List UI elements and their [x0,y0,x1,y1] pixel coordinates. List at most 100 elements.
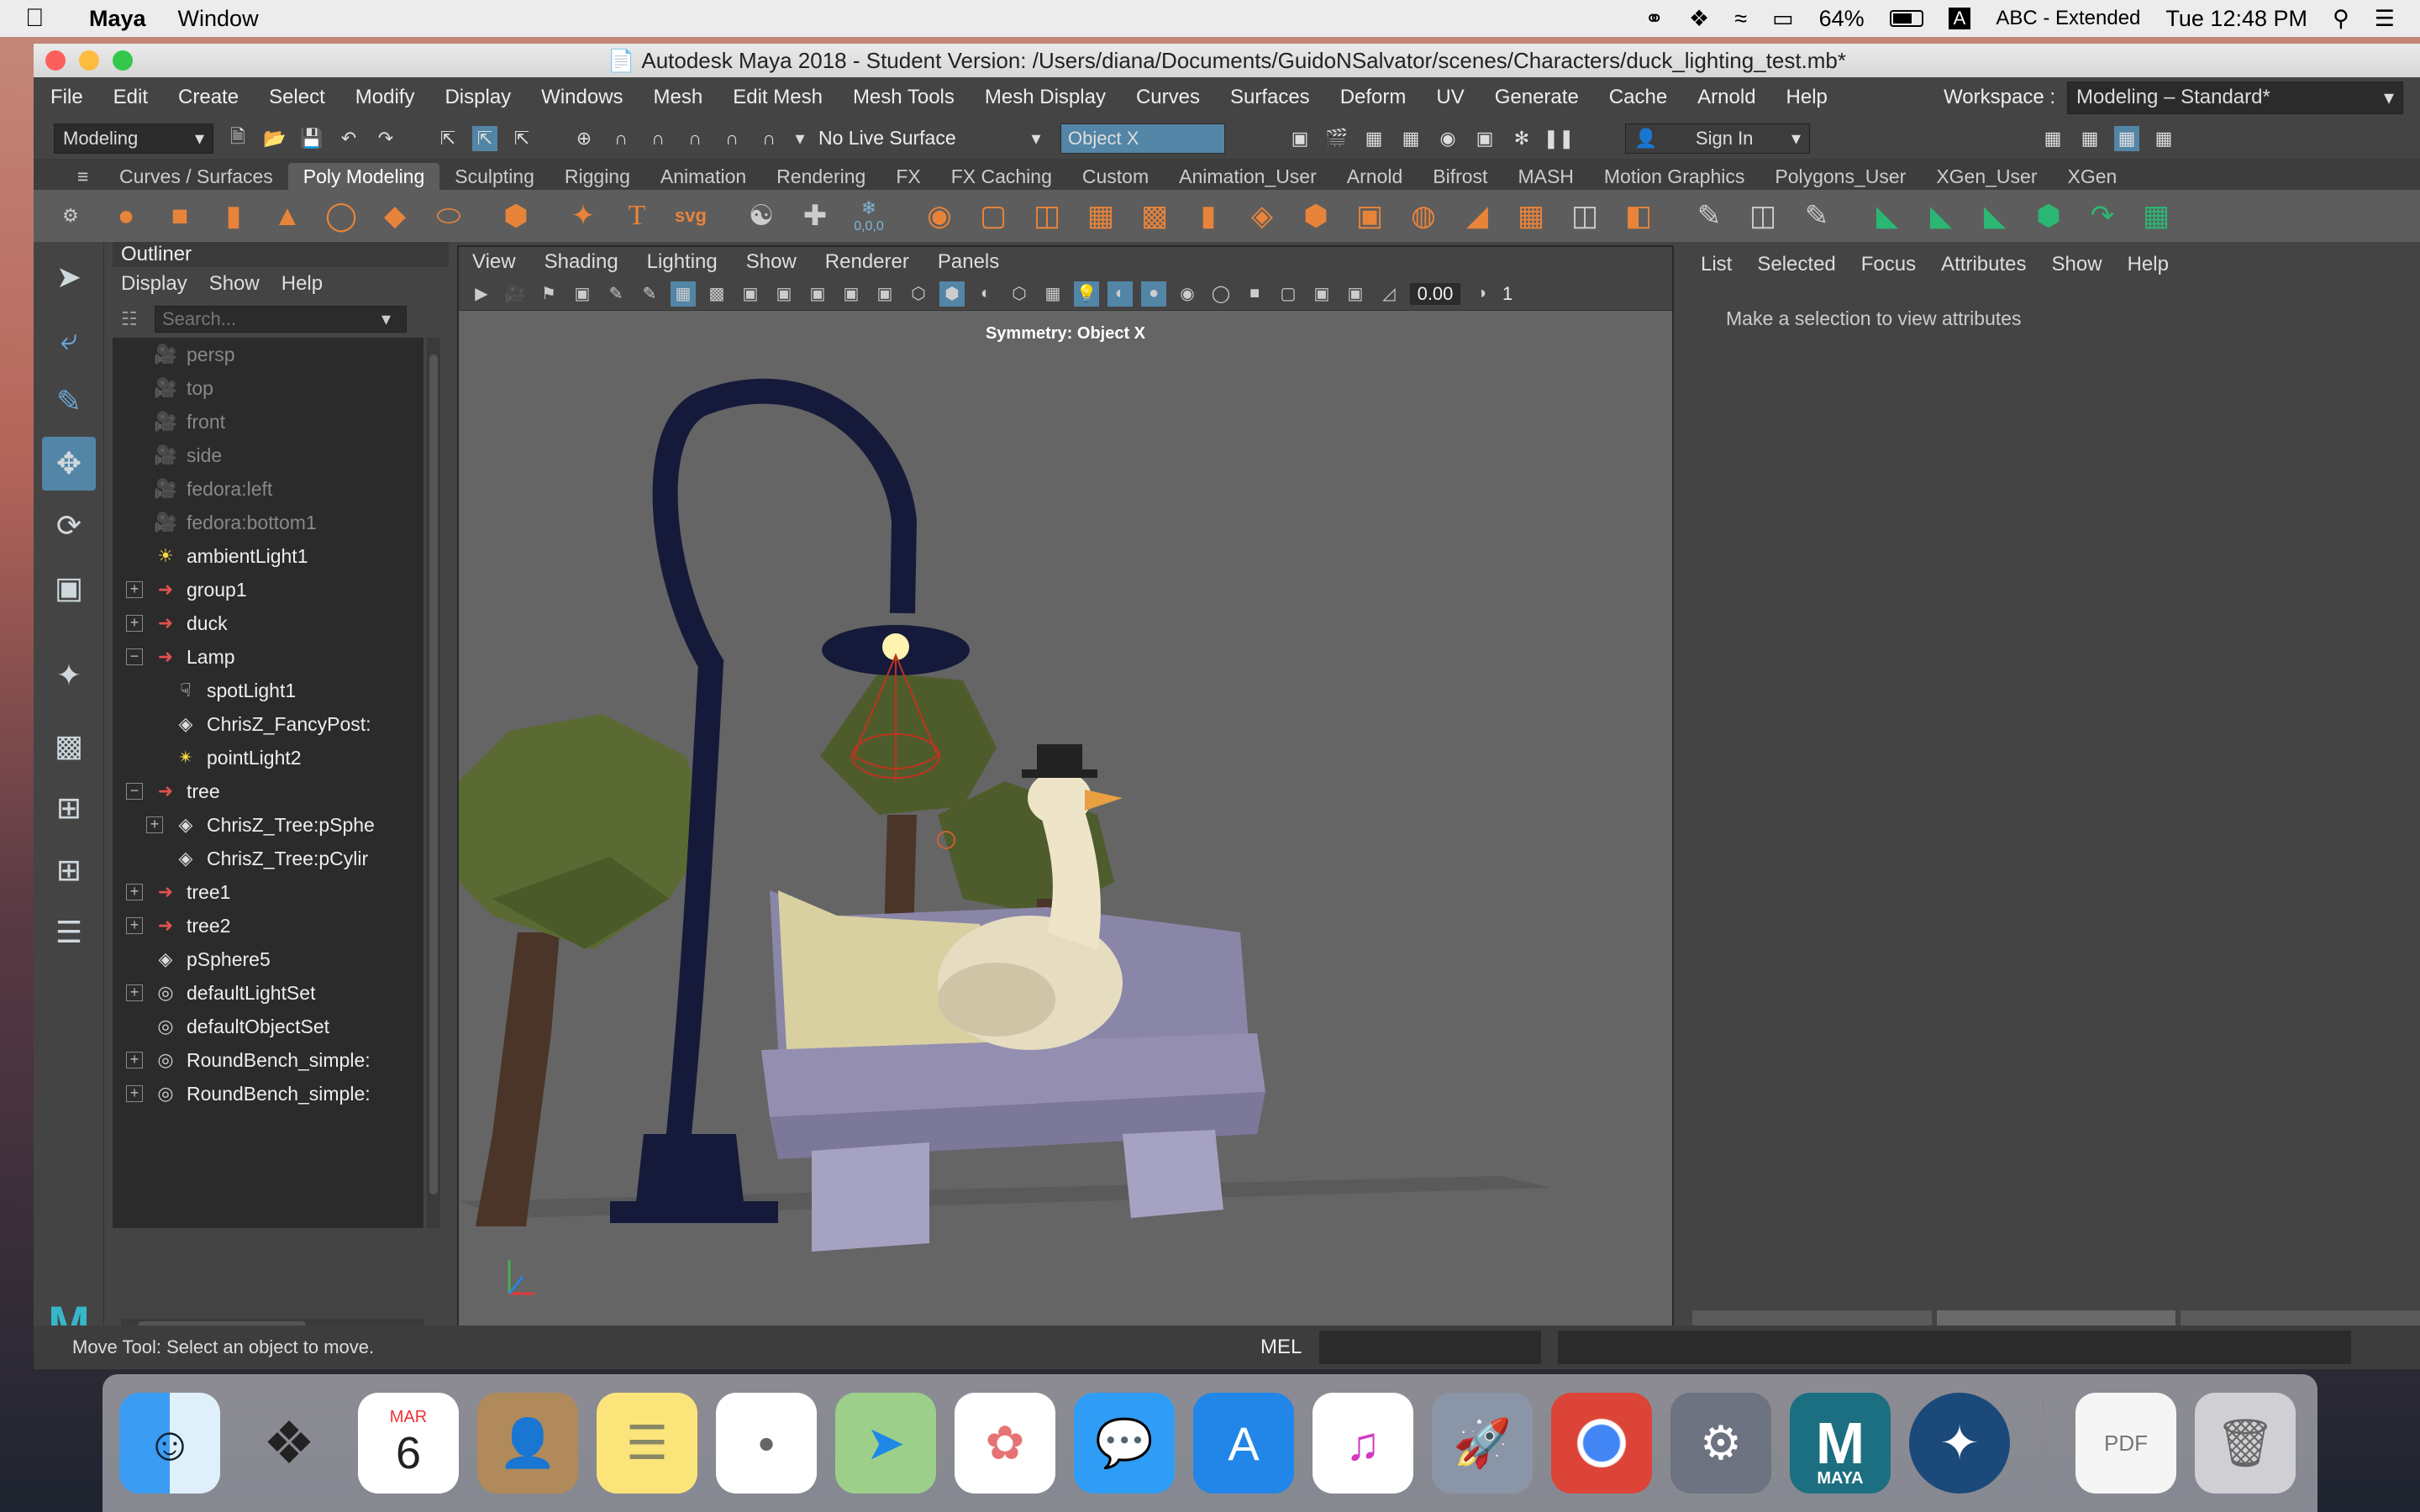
maps-icon[interactable]: ➤ [835,1393,936,1494]
zoom-icon[interactable] [113,50,133,71]
xray-joints-icon[interactable]: ▣ [1309,281,1334,307]
ipr-render-icon[interactable]: ▦ [1361,126,1386,151]
menu-help[interactable]: Help [1786,86,1828,109]
persp-outliner-icon[interactable]: ⊞ [42,843,96,897]
poly-cone-icon[interactable]: ▲ [266,194,309,238]
checker-map-icon[interactable]: ▦ [2134,194,2178,238]
wedge-icon[interactable]: ▣ [1348,194,1392,238]
snap-live-icon[interactable]: ∩ [756,126,781,151]
resolution-gate-icon[interactable]: ▣ [738,281,763,307]
menu-surfaces[interactable]: Surfaces [1230,86,1310,109]
shadows-icon[interactable]: ◐ [1107,281,1133,307]
attr-menu-help[interactable]: Help [2128,253,2169,276]
itunes-icon[interactable]: ♫ [1313,1393,1413,1494]
search-input[interactable] [155,306,407,333]
outliner-menu-help[interactable]: Help [281,272,323,296]
edge-loop-icon[interactable]: ✎ [1687,194,1731,238]
render-settings-icon[interactable]: ▦ [1398,126,1423,151]
menu-mesh[interactable]: Mesh [654,86,703,109]
select-object-icon[interactable]: ⇱ [472,125,497,151]
chevron-down-icon[interactable]: ▾ [381,308,391,330]
menu-deform[interactable]: Deform [1340,86,1407,109]
light-editor-icon[interactable]: ✻ [1509,126,1534,151]
bridge-icon[interactable]: ▦ [1079,194,1123,238]
smooth-shade-icon[interactable]: ⬢ [939,281,965,307]
tab-poly-modeling[interactable]: Poly Modeling [287,163,440,190]
outliner-item[interactable]: ◎ defaultObjectSet [113,1010,424,1043]
unity-icon[interactable]: ❖ [239,1393,339,1494]
maya-dock-icon[interactable]: M MAYA [1790,1393,1891,1494]
snap-grid-icon[interactable]: ⊕ [571,126,597,151]
isolate-select-icon[interactable]: ▢ [1276,281,1301,307]
outliner-item[interactable]: ☟ spotLight1 [113,674,424,707]
symmetry-field[interactable]: Object X [1060,123,1225,154]
exposure-icon[interactable]: ◿ [1376,281,1402,307]
open-scene-icon[interactable]: 📂 [262,126,287,151]
outliner-menu-display[interactable]: Display [121,272,187,296]
svg-tool-icon[interactable]: svg [669,194,713,238]
poly-cube-icon[interactable]: ■ [158,194,202,238]
offset-edge-loop-icon[interactable]: ✎ [1795,194,1839,238]
redo-icon[interactable]: ↷ [373,126,398,151]
use-all-lights-icon[interactable]: 💡 [1074,281,1099,307]
select-camera-icon[interactable]: ▶ [469,281,494,307]
expand-toggle-icon[interactable]: + [126,1085,143,1102]
outliner-item[interactable]: + ➜ group1 [113,573,424,606]
tab-motion-graphics[interactable]: Motion Graphics [1589,163,1760,190]
viewport-panel[interactable]: View Shading Lighting Show Renderer Pane… [457,245,1674,1356]
poly-plane-icon[interactable]: ◆ [373,194,417,238]
menu-file[interactable]: File [50,86,83,109]
bevel-edge-icon[interactable]: ◫ [1563,194,1607,238]
airplay-icon[interactable]: ▭ [1772,6,1794,32]
viewport-menu-show[interactable]: Show [746,250,797,274]
reminders-icon[interactable]: • [716,1393,817,1494]
menu-set-dropdown[interactable]: Modeling ▾ [54,123,213,154]
expand-toggle-icon[interactable]: + [126,884,143,900]
notification-center-icon[interactable]: ☰ [2375,6,2395,32]
wireframe-on-shaded-icon[interactable]: ◐ [973,281,998,307]
poly-cylinder-icon[interactable]: ▮ [212,194,255,238]
outliner-layout-icon[interactable]: ☰ [42,906,96,959]
window-menu[interactable]: Window [178,6,259,32]
menu-cache[interactable]: Cache [1609,86,1667,109]
field-chart-icon[interactable]: ▣ [805,281,830,307]
menu-generate[interactable]: Generate [1495,86,1579,109]
extract-icon[interactable]: ▢ [971,194,1015,238]
menu-mesh-tools[interactable]: Mesh Tools [853,86,955,109]
3d-scene[interactable]: Symmetry: Object X [459,311,1672,1356]
tab-animation[interactable]: Animation [645,163,761,190]
launchpad-icon[interactable]: 🚀 [1432,1393,1533,1494]
scale-tool-icon[interactable]: ▣ [42,561,96,615]
bookmark-icon[interactable]: ⚑ [536,281,561,307]
fill-hole-icon[interactable]: ▦ [1509,194,1553,238]
select-component-icon[interactable]: ⇱ [509,126,534,151]
film-gate-icon[interactable]: ▩ [704,281,729,307]
menu-edit[interactable]: Edit [113,86,148,109]
expand-toggle-icon[interactable]: + [126,581,143,598]
expand-toggle-icon[interactable]: − [126,648,143,665]
poly-disc-icon[interactable]: ⬭ [427,194,471,238]
smooth-icon[interactable]: ◉ [918,194,961,238]
battery-icon[interactable] [1889,10,1923,27]
ambient-occlusion-icon[interactable]: ● [1141,281,1166,307]
attr-menu-show[interactable]: Show [2052,253,2102,276]
photos-icon[interactable]: ✿ [955,1393,1055,1494]
outliner-item[interactable]: + ➜ duck [113,606,424,640]
poly-sphere-icon[interactable]: ● [104,194,148,238]
input-source-icon[interactable]: A [1948,8,1971,29]
tool-settings-icon[interactable]: ▦ [2114,125,2139,151]
lasso-tool-icon[interactable]: ⤶ [42,312,96,366]
tab-curves-surfaces[interactable]: Curves / Surfaces [104,163,288,190]
render-view-icon[interactable]: ▣ [1287,126,1313,151]
live-surface-label[interactable]: No Live Surface [818,127,995,150]
menu-arnold[interactable]: Arnold [1697,86,1755,109]
planar-uv-icon[interactable]: ◣ [1865,194,1909,238]
trash-icon[interactable]: 🗑 [2195,1393,2296,1494]
hypershade-icon[interactable]: ◉ [1435,126,1460,151]
outliner-item[interactable]: + ◎ defaultLightSet [113,976,424,1010]
menu-mesh-display[interactable]: Mesh Display [985,86,1106,109]
menu-curves[interactable]: Curves [1136,86,1200,109]
app-store-icon[interactable]: A [1193,1393,1294,1494]
shelf-menu-icon[interactable]: ≡ [62,163,103,190]
sign-in-dropdown[interactable]: 👤 Sign In ▾ [1625,123,1810,154]
